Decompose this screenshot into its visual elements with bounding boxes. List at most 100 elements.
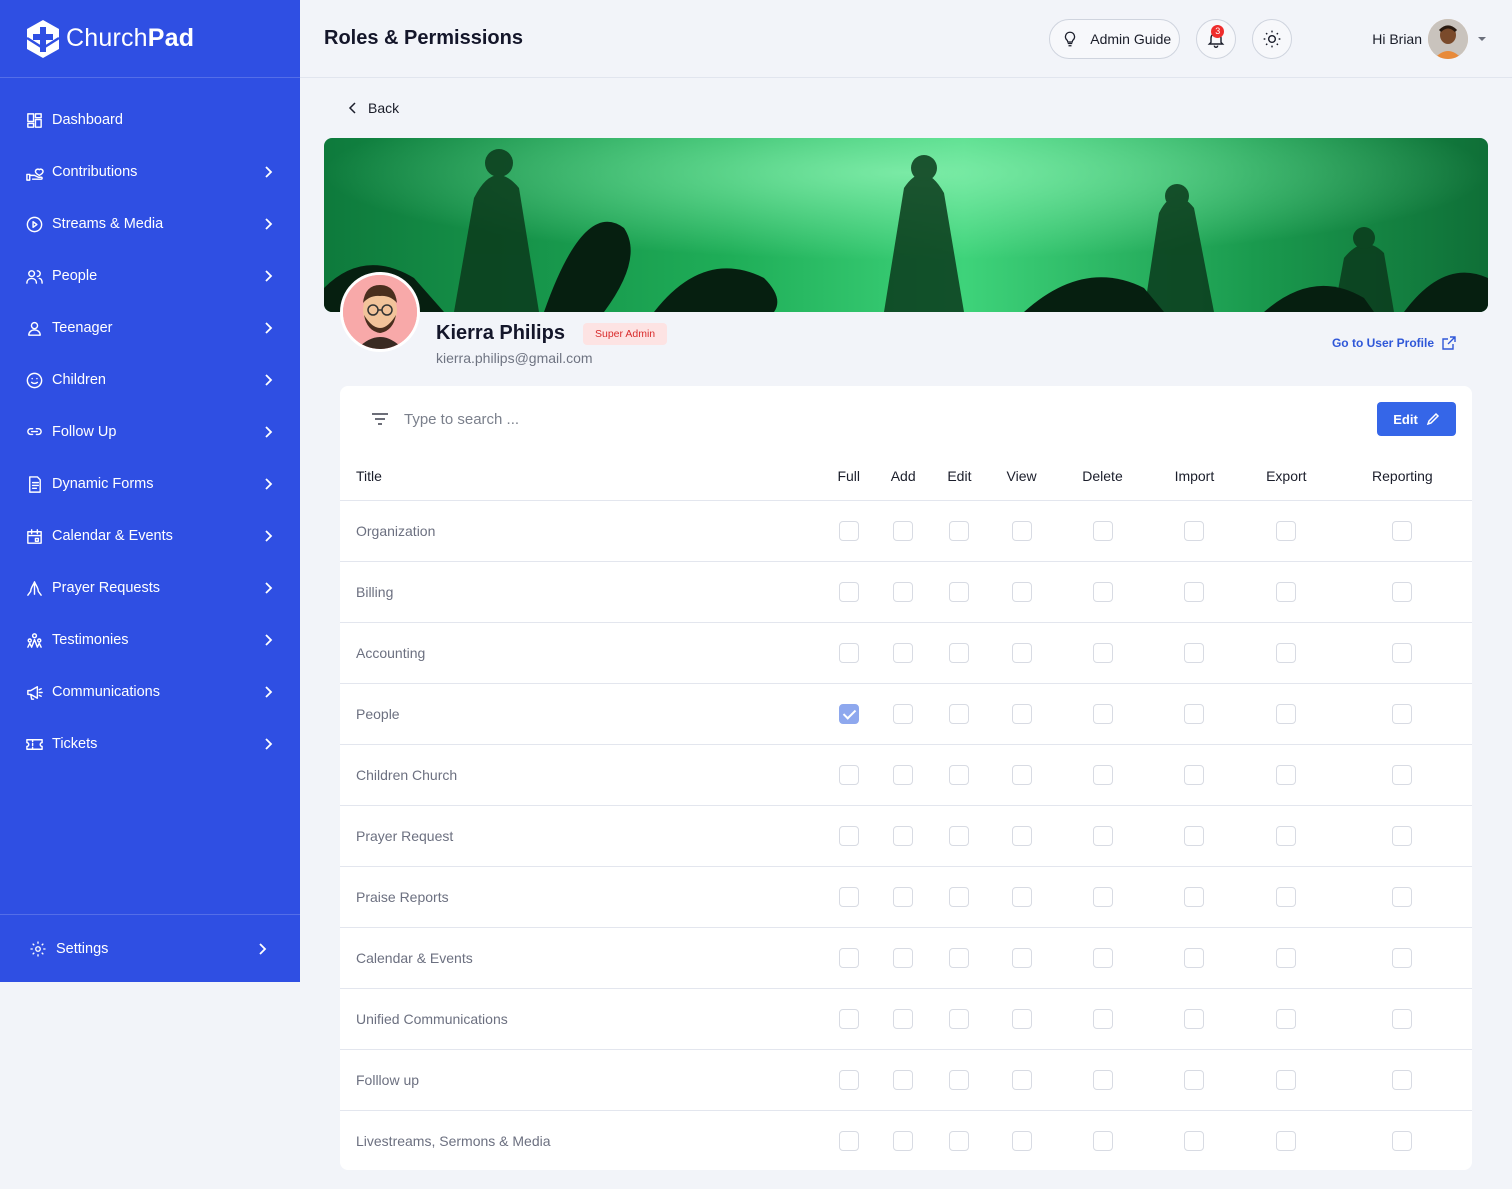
permission-checkbox-export[interactable]	[1276, 1069, 1297, 1090]
edit-button[interactable]: Edit	[1377, 402, 1456, 436]
permission-checkbox-import[interactable]	[1184, 886, 1205, 907]
sidebar-item-calendar-events[interactable]: Calendar & Events	[0, 510, 300, 562]
permission-checkbox-reporting[interactable]	[1392, 642, 1413, 663]
permission-checkbox-edit[interactable]	[949, 1130, 970, 1151]
permission-checkbox-edit[interactable]	[949, 581, 970, 602]
permission-checkbox-import[interactable]	[1184, 520, 1205, 541]
permission-checkbox-delete[interactable]	[1092, 1130, 1113, 1151]
permission-checkbox-full[interactable]	[838, 886, 859, 907]
permission-checkbox-view[interactable]	[1011, 764, 1032, 785]
permission-checkbox-view[interactable]	[1011, 1130, 1032, 1151]
permission-checkbox-export[interactable]	[1276, 703, 1297, 724]
permission-checkbox-import[interactable]	[1184, 703, 1205, 724]
permission-checkbox-add[interactable]	[893, 642, 914, 663]
permission-checkbox-import[interactable]	[1184, 947, 1205, 968]
permission-checkbox-import[interactable]	[1184, 642, 1205, 663]
permission-checkbox-export[interactable]	[1276, 581, 1297, 602]
permission-checkbox-view[interactable]	[1011, 947, 1032, 968]
permission-checkbox-view[interactable]	[1011, 886, 1032, 907]
filter-icon[interactable]	[370, 409, 390, 429]
sidebar-item-testimonies[interactable]: Testimonies	[0, 614, 300, 666]
permission-checkbox-add[interactable]	[893, 1008, 914, 1029]
sidebar-item-teenager[interactable]: Teenager	[0, 302, 300, 354]
permission-checkbox-delete[interactable]	[1092, 703, 1113, 724]
sidebar-item-prayer-requests[interactable]: Prayer Requests	[0, 562, 300, 614]
permission-checkbox-view[interactable]	[1011, 703, 1032, 724]
sidebar-item-contributions[interactable]: Contributions	[0, 146, 300, 198]
permission-checkbox-edit[interactable]	[949, 1008, 970, 1029]
permission-checkbox-full[interactable]	[838, 703, 859, 724]
permission-checkbox-edit[interactable]	[949, 947, 970, 968]
sidebar-item-people[interactable]: People	[0, 250, 300, 302]
permission-checkbox-full[interactable]	[838, 1008, 859, 1029]
permission-checkbox-delete[interactable]	[1092, 520, 1113, 541]
sidebar-item-tickets[interactable]: Tickets	[0, 718, 300, 770]
permission-checkbox-reporting[interactable]	[1392, 947, 1413, 968]
sidebar-item-follow-up[interactable]: Follow Up	[0, 406, 300, 458]
permission-checkbox-edit[interactable]	[949, 764, 970, 785]
go-to-user-profile-link[interactable]: Go to User Profile	[1332, 336, 1456, 350]
permission-checkbox-edit[interactable]	[949, 825, 970, 846]
search-input[interactable]	[404, 410, 1377, 428]
permission-checkbox-view[interactable]	[1011, 520, 1032, 541]
permission-checkbox-reporting[interactable]	[1392, 1130, 1413, 1151]
permission-checkbox-delete[interactable]	[1092, 764, 1113, 785]
permission-checkbox-full[interactable]	[838, 520, 859, 541]
permission-checkbox-delete[interactable]	[1092, 947, 1113, 968]
permission-checkbox-reporting[interactable]	[1392, 581, 1413, 602]
permission-checkbox-add[interactable]	[893, 1069, 914, 1090]
sidebar-item-settings[interactable]: Settings	[0, 914, 300, 982]
permission-checkbox-import[interactable]	[1184, 825, 1205, 846]
sidebar-item-streams-media[interactable]: Streams & Media	[0, 198, 300, 250]
permission-checkbox-reporting[interactable]	[1392, 1069, 1413, 1090]
permission-checkbox-edit[interactable]	[949, 642, 970, 663]
permission-checkbox-full[interactable]	[838, 764, 859, 785]
permission-checkbox-full[interactable]	[838, 947, 859, 968]
permission-checkbox-export[interactable]	[1276, 825, 1297, 846]
permission-checkbox-export[interactable]	[1276, 1130, 1297, 1151]
permission-checkbox-view[interactable]	[1011, 1069, 1032, 1090]
permission-checkbox-view[interactable]	[1011, 581, 1032, 602]
permission-checkbox-export[interactable]	[1276, 1008, 1297, 1029]
permission-checkbox-export[interactable]	[1276, 642, 1297, 663]
permission-checkbox-import[interactable]	[1184, 1130, 1205, 1151]
permission-checkbox-delete[interactable]	[1092, 886, 1113, 907]
permission-checkbox-export[interactable]	[1276, 764, 1297, 785]
permission-checkbox-import[interactable]	[1184, 1008, 1205, 1029]
brand-logo[interactable]: ChurchPad	[0, 0, 300, 78]
permission-checkbox-import[interactable]	[1184, 764, 1205, 785]
permission-checkbox-delete[interactable]	[1092, 581, 1113, 602]
permission-checkbox-export[interactable]	[1276, 520, 1297, 541]
permission-checkbox-add[interactable]	[893, 947, 914, 968]
permission-checkbox-reporting[interactable]	[1392, 825, 1413, 846]
permission-checkbox-delete[interactable]	[1092, 642, 1113, 663]
permission-checkbox-add[interactable]	[893, 825, 914, 846]
permission-checkbox-reporting[interactable]	[1392, 886, 1413, 907]
admin-guide-button[interactable]: Admin Guide	[1049, 18, 1181, 59]
permission-checkbox-import[interactable]	[1184, 581, 1205, 602]
sidebar-item-children[interactable]: Children	[0, 354, 300, 406]
permission-checkbox-add[interactable]	[893, 1130, 914, 1151]
permission-checkbox-import[interactable]	[1184, 1069, 1205, 1090]
permission-checkbox-full[interactable]	[838, 1130, 859, 1151]
permission-checkbox-add[interactable]	[893, 581, 914, 602]
back-link[interactable]: Back	[346, 100, 1488, 116]
permission-checkbox-add[interactable]	[893, 520, 914, 541]
permission-checkbox-delete[interactable]	[1092, 825, 1113, 846]
theme-toggle-button[interactable]	[1252, 18, 1293, 59]
permission-checkbox-delete[interactable]	[1092, 1008, 1113, 1029]
user-menu[interactable]: Hi Brian	[1372, 18, 1488, 59]
permission-checkbox-reporting[interactable]	[1392, 764, 1413, 785]
permission-checkbox-edit[interactable]	[949, 886, 970, 907]
permission-checkbox-reporting[interactable]	[1392, 703, 1413, 724]
permission-checkbox-view[interactable]	[1011, 642, 1032, 663]
sidebar-item-communications[interactable]: Communications	[0, 666, 300, 718]
permission-checkbox-export[interactable]	[1276, 886, 1297, 907]
permission-checkbox-add[interactable]	[893, 703, 914, 724]
sidebar-item-dashboard[interactable]: Dashboard	[0, 94, 300, 146]
permission-checkbox-add[interactable]	[893, 886, 914, 907]
notifications-button[interactable]: 3	[1196, 18, 1237, 59]
permission-checkbox-edit[interactable]	[949, 520, 970, 541]
permission-checkbox-view[interactable]	[1011, 825, 1032, 846]
permission-checkbox-full[interactable]	[838, 581, 859, 602]
